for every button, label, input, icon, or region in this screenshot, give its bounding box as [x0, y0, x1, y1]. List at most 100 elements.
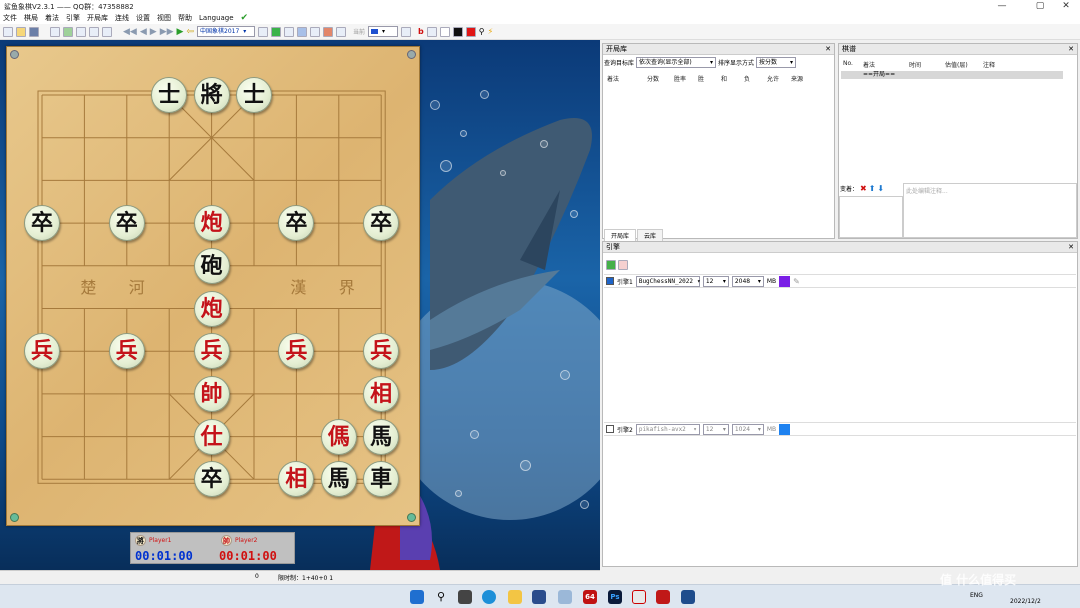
menu-language[interactable]: Language	[199, 14, 234, 22]
task-view-icon[interactable]	[458, 590, 472, 604]
layout-icon[interactable]	[426, 26, 437, 37]
white-board-icon[interactable]	[439, 26, 450, 37]
last-move-icon[interactable]: ▶▶	[160, 27, 174, 37]
engine2-checkbox[interactable]	[606, 425, 614, 433]
print-icon[interactable]	[310, 26, 320, 37]
menu-settings[interactable]: 设置	[136, 13, 150, 23]
menu-help[interactable]: 帮助	[178, 13, 192, 23]
app-64-icon[interactable]: 64	[583, 590, 597, 604]
start-windows-icon[interactable]	[410, 590, 424, 604]
refresh-icon[interactable]	[63, 26, 73, 37]
first-move-icon[interactable]: ◀◀	[123, 27, 137, 37]
menu-moves[interactable]: 着法	[45, 13, 59, 23]
col-draw[interactable]: 和	[721, 74, 744, 83]
tab-cloud-book[interactable]: 云库	[637, 229, 664, 241]
input-language[interactable]: ENG	[970, 592, 983, 599]
chess-piece[interactable]: 將	[193, 77, 230, 113]
minimize-button[interactable]: —	[988, 1, 1016, 11]
down-arrow-icon[interactable]: ⬇	[877, 184, 884, 193]
add-icon[interactable]	[271, 26, 281, 37]
save-icon[interactable]	[29, 26, 39, 37]
engine1-color[interactable]	[779, 275, 791, 287]
chess-piece[interactable]: 士	[151, 77, 188, 113]
chess-piece[interactable]: 砲	[193, 247, 230, 284]
file-explorer-icon[interactable]	[508, 590, 522, 604]
back-arrow-icon[interactable]: ⇦	[186, 27, 194, 37]
col-win[interactable]: 胜	[698, 74, 721, 83]
tab-opening-book[interactable]: 开局库	[604, 229, 637, 241]
chess-piece[interactable]: 卒	[193, 461, 230, 498]
clipboard-icon[interactable]	[102, 26, 112, 37]
chess-piece[interactable]: 兵	[193, 333, 230, 370]
variation-list[interactable]	[839, 196, 903, 238]
query-select[interactable]: 依次查询(显示全部) ▾	[636, 57, 717, 68]
side-select[interactable]: ▾	[368, 26, 399, 37]
engine1-threads[interactable]: 12 ▾	[702, 275, 729, 287]
engine1-checkbox[interactable]	[606, 277, 614, 285]
next-move-icon[interactable]: ▶	[150, 27, 157, 37]
pen-icon[interactable]	[336, 26, 346, 37]
flip-icon[interactable]	[401, 26, 412, 37]
engine2-color[interactable]	[779, 423, 791, 435]
clock-date[interactable]: 2022/12/2	[1010, 598, 1041, 605]
delete-icon[interactable]: ✖	[860, 184, 867, 193]
menu-opening-book[interactable]: 开局库	[87, 13, 108, 23]
chess-piece[interactable]: 卒	[108, 205, 145, 242]
maximize-button[interactable]: ▢	[1026, 1, 1054, 11]
engine2-threads[interactable]: 12 ▾	[702, 423, 729, 435]
chess-piece[interactable]: 傌	[320, 418, 357, 455]
add-engine-icon[interactable]	[606, 260, 616, 270]
sort-select[interactable]: 按分数 ▾	[756, 57, 797, 68]
chess-piece[interactable]: 帥	[193, 375, 230, 412]
chess-piece[interactable]: 兵	[108, 333, 145, 370]
chess-piece[interactable]: 炮	[193, 205, 230, 242]
document-icon[interactable]	[284, 26, 294, 37]
app-icon[interactable]	[656, 590, 670, 604]
chess-piece[interactable]: 馬	[320, 461, 357, 498]
col-allow[interactable]: 允许	[767, 74, 791, 83]
col-loss[interactable]: 负	[744, 74, 767, 83]
export-icon[interactable]	[323, 26, 333, 37]
close-icon[interactable]: ✕	[1068, 242, 1074, 252]
black-board-icon[interactable]	[452, 26, 463, 37]
col-winrate[interactable]: 胜率	[674, 74, 698, 83]
search-icon[interactable]: ⚲	[434, 590, 448, 604]
chess-board[interactable]: 楚河漢界 士將士卒卒炮卒卒砲炮兵兵兵兵兵帥相仕傌馬卒相馬車	[6, 46, 420, 526]
copy-icon[interactable]	[76, 26, 86, 37]
amd-icon[interactable]	[632, 590, 646, 604]
chart-icon[interactable]	[258, 26, 268, 37]
edit-icon[interactable]	[50, 26, 60, 37]
pencil-icon[interactable]	[297, 26, 307, 37]
engine2-select[interactable]: pikafish-avx2 ▾	[635, 423, 700, 435]
chess-piece[interactable]: 卒	[24, 205, 60, 242]
red-board-icon[interactable]	[465, 26, 476, 37]
col-source[interactable]: 来源	[791, 74, 817, 83]
open-folder-icon[interactable]	[16, 26, 26, 37]
lightning-icon[interactable]: ⚡	[488, 27, 494, 36]
shark-chess-icon[interactable]	[681, 590, 695, 604]
close-button[interactable]: ✕	[1052, 1, 1080, 11]
search-icon[interactable]: ⚲	[479, 27, 485, 36]
new-file-icon[interactable]	[3, 26, 13, 37]
prev-move-icon[interactable]: ◀	[140, 27, 147, 37]
paste-icon[interactable]	[89, 26, 99, 37]
col-move[interactable]: 着法	[607, 74, 647, 83]
engine1-hash[interactable]: 2048 ▾	[731, 275, 764, 287]
edge-browser-icon[interactable]	[482, 590, 496, 604]
engine1-select[interactable]: BugChessNN_2022 ▾	[635, 275, 701, 287]
chess-piece[interactable]: 士	[236, 77, 272, 113]
up-arrow-icon[interactable]: ⬆	[869, 184, 876, 193]
play-icon[interactable]: ▶	[177, 27, 184, 37]
close-icon[interactable]: ✕	[1068, 44, 1074, 54]
photoshop-icon[interactable]: Ps	[608, 590, 622, 604]
chess-piece[interactable]: 仕	[193, 418, 230, 455]
engine2-hash[interactable]: 1024 ▾	[731, 423, 764, 435]
menu-engine[interactable]: 引擎	[66, 13, 80, 23]
pencil-icon[interactable]: ✎	[793, 277, 800, 286]
bold-icon[interactable]: b	[418, 27, 424, 36]
close-icon[interactable]: ✕	[825, 44, 831, 54]
photos-icon[interactable]	[558, 590, 572, 604]
store-icon[interactable]	[532, 590, 546, 604]
col-score[interactable]: 分数	[647, 74, 674, 83]
record-row-selected[interactable]: ==开局==	[841, 71, 1063, 79]
